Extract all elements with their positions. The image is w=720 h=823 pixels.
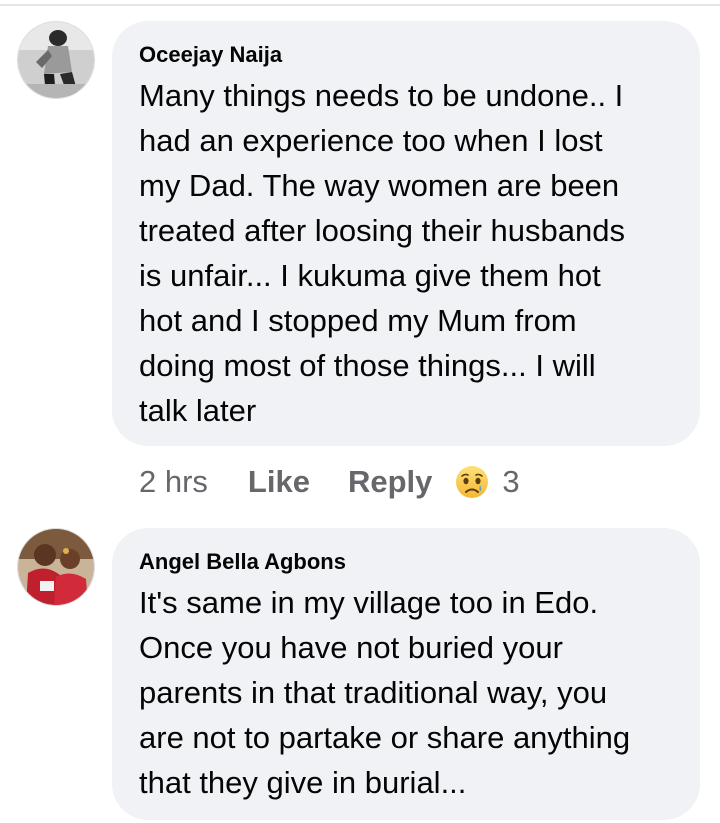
- reply-button[interactable]: Reply: [348, 464, 432, 500]
- comment-line: Once you have not buried your: [139, 630, 563, 665]
- comment-line: my Dad. The way women are been: [139, 168, 620, 203]
- comment-author[interactable]: Oceejay Naija: [139, 43, 674, 67]
- comment-line: treated after loosing their husbands: [139, 213, 625, 248]
- comment-bubble: Angel Bella Agbons It's same in my villa…: [112, 528, 700, 820]
- comment-line: Many things needs to be undone.. I: [139, 78, 624, 113]
- profile-photo: [18, 22, 94, 98]
- profile-photo: [18, 529, 94, 605]
- reaction-count[interactable]: 3: [502, 464, 519, 500]
- avatar-oceejay[interactable]: [17, 21, 95, 99]
- comment-author[interactable]: Angel Bella Agbons: [139, 550, 674, 574]
- comment-line: had an experience too when I lost: [139, 123, 603, 158]
- comment-line: talk later: [139, 393, 257, 428]
- like-button[interactable]: Like: [248, 464, 310, 500]
- comment-line: are not to partake or share anything: [139, 720, 631, 755]
- comment-actions: 2 hrs Like Reply 3: [139, 462, 520, 502]
- avatar-angel[interactable]: [17, 528, 95, 606]
- comment-text: Many things needs to be undone.. I had a…: [139, 73, 674, 433]
- comment-bubble: Oceejay Naija Many things needs to be un…: [112, 21, 700, 446]
- comment-timestamp[interactable]: 2 hrs: [139, 464, 208, 500]
- comments-thread: Oceejay Naija Many things needs to be un…: [0, 0, 720, 823]
- comment-line: It's same in my village too in Edo.: [139, 585, 599, 620]
- comment-text: It's same in my village too in Edo. Once…: [139, 580, 674, 805]
- comment-line: hot and I stopped my Mum from: [139, 303, 577, 338]
- divider: [0, 4, 720, 6]
- sad-reaction-icon[interactable]: [454, 464, 490, 500]
- comment-line: parents in that traditional way, you: [139, 675, 608, 710]
- comment-line: doing most of those things... I will: [139, 348, 596, 383]
- comment-line: is unfair... I kukuma give them hot: [139, 258, 601, 293]
- comment-line: that they give in burial...: [139, 765, 467, 800]
